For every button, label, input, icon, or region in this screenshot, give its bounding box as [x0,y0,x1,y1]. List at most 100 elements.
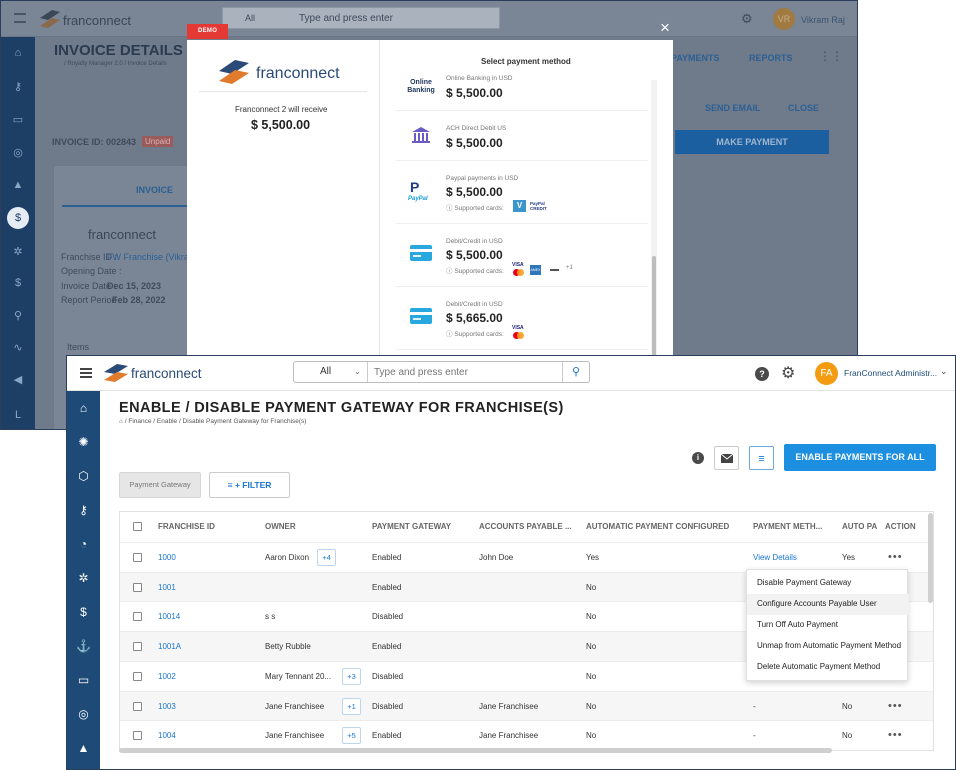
col-payment-method[interactable]: PAYMENT METH... [753,512,833,542]
modal-scrollbar[interactable] [651,80,657,356]
row-checkbox[interactable] [133,701,142,711]
brand-logo-icon [104,364,128,382]
payment-method-paypal[interactable]: P PayPal Paypal payments in USD $ 5,500.… [396,162,648,224]
row-checkbox[interactable] [133,553,142,562]
more-owners-badge[interactable]: +3 [342,667,361,685]
payment-method-online-banking[interactable]: Online Banking Online Banking in USD $ 5… [396,75,648,111]
col-automatic-payment[interactable]: AUTOMATIC PAYMENT CONFIGURED [586,512,746,542]
payment-gateway-status: Disabled [372,671,404,681]
enable-all-label: ENABLE PAYMENTS FOR ALL [795,452,925,462]
supported-cards-label: ⓘ Supported cards: [446,205,504,212]
franchise-id-link[interactable]: 1003 [158,692,176,722]
table-row[interactable]: 1000 Aaron Dixon +4 Enabled John Doe Yes View … [120,542,933,573]
select-all-checkbox[interactable] [133,522,142,531]
row-checkbox[interactable] [133,731,142,741]
payment-gateway-filter-chip[interactable]: Payment Gateway [119,472,201,498]
bulb-icon[interactable]: ✺ [67,435,100,449]
visa-card-icon: VISA [512,262,524,268]
row-actions-more-icon[interactable]: ••• [888,721,903,750]
col-payment-gateway[interactable]: PAYMENT GATEWAY [372,512,472,542]
row-checkbox[interactable] [133,612,142,622]
modal-close-icon[interactable]: × [660,18,670,38]
franchise-id-link[interactable]: 1000 [158,543,176,573]
payment-method-amount: $ 5,500.00 [446,86,503,100]
back-key-icon: ⚷ [13,81,23,93]
owner-name: Jane Franchisee [265,701,325,711]
auto-payment-configured: No [586,642,597,652]
avatar[interactable]: FA [815,362,838,385]
back-org-icon: ⚲ [13,310,23,322]
breadcrumb-home-icon[interactable]: ⌂ [119,418,123,425]
payment-method-card-2[interactable]: Debit/Credit in USD $ 5,665.00 ⓘ Support… [396,288,648,350]
col-franchise-id[interactable]: FRANCHISE ID [158,512,258,542]
back-avatar: VR [773,8,795,30]
key-icon[interactable]: ⚷ [67,503,100,517]
row-checkbox[interactable] [133,582,142,592]
more-cards-count: +1 [566,265,573,271]
breadcrumb-text[interactable]: / Finance / Enable / Disable Payment Gat… [125,418,307,425]
payment-method-ach[interactable]: ACH Direct Debit US $ 5,500.00 [396,112,648,161]
menu-disable-payment-gateway[interactable]: Disable Payment Gateway [747,573,909,594]
user-name[interactable]: FranConnect Administr... [844,368,937,378]
more-owners-badge[interactable]: +5 [342,727,361,745]
col-accounts-payable[interactable]: ACCOUNTS PAYABLE ... [479,512,581,542]
venmo-card-icon: V [513,200,526,212]
more-owners-badge[interactable]: +4 [317,549,336,566]
add-filter-button[interactable]: ≡ + FILTER [209,472,290,498]
payment-method-label: ACH Direct Debit US [446,125,507,132]
menu-delete-automatic-payment-method[interactable]: Delete Automatic Payment Method [747,657,909,678]
franchise-id-link[interactable]: 1001A [158,632,181,662]
menu-unmap-automatic-payment-method[interactable]: Unmap from Automatic Payment Method [747,636,909,657]
help-icon[interactable]: ? [755,367,769,381]
franchise-id-link[interactable]: 1004 [158,721,176,750]
col-owner[interactable]: OWNER [265,512,365,542]
user-menu-chevron-icon[interactable]: ⌄ [940,366,948,377]
auto-payment-configured: No [586,612,597,622]
email-button[interactable] [714,446,739,470]
org-chart-icon[interactable]: ⚓ [67,639,100,653]
info-icon[interactable]: i [692,452,704,464]
supported-cards-label: ⓘ Supported cards: [446,268,504,275]
row-checkbox[interactable] [133,671,142,681]
back-hamburger-icon [14,13,26,23]
graduation-cap-icon[interactable]: ▲ [67,741,100,755]
menu-turn-off-auto-payment[interactable]: Turn Off Auto Payment [747,615,909,636]
payment-method-label: Debit/Credit in USD [446,238,503,245]
gear-icon[interactable]: ⚙ [781,363,795,383]
franchise-id-link[interactable]: 1002 [158,662,176,692]
table-header: FRANCHISE ID OWNER PAYMENT GATEWAY ACCOU… [120,512,933,542]
payment-method-card[interactable]: Debit/Credit in USD $ 5,500.00 ⓘ Support… [396,225,648,287]
back-breadcrumb: / Royalty Manager 2.0 / Invoice Details [64,61,167,67]
table-row[interactable]: 1003 Jane Franchisee +1 Disabled Jane Franch… [120,690,933,722]
search-icon[interactable]: ⚲ [562,362,589,382]
paypal-icon: P [410,179,420,195]
settings-icon[interactable]: ✲ [67,571,100,585]
money-bag-icon[interactable]: $ [67,605,100,619]
hamburger-menu-icon[interactable] [80,368,92,378]
enable-payments-for-all-button[interactable]: ENABLE PAYMENTS FOR ALL [784,444,936,471]
support-icon[interactable]: ◎ [67,707,100,721]
back-apps-grid-icon: ⋮⋮ [819,49,843,63]
franchise-id-link[interactable]: 1001 [158,573,176,603]
table-vertical-scrollbar[interactable] [928,513,933,603]
menu-configure-accounts-payable-user[interactable]: Configure Accounts Payable User [747,594,909,615]
search-scope-select[interactable]: All ⌄ [294,362,368,382]
franchise-id-link[interactable]: 10014 [158,602,180,632]
chat-icon[interactable]: ▭ [67,673,100,687]
mastercard-icon [513,269,524,276]
back-megaphone-icon: ◀ [13,374,23,386]
back-cap-icon: ▲ [12,179,24,191]
row-checkbox[interactable] [133,642,142,652]
search-input[interactable] [370,362,560,382]
filter-toggle-button[interactable]: ≡ [749,446,774,470]
receive-amount: $ 5,500.00 [251,118,311,132]
col-auto-pay[interactable]: AUTO PA [842,512,878,542]
more-owners-badge[interactable]: +1 [342,697,361,715]
table-horizontal-scrollbar[interactable] [119,748,832,753]
dashboard-icon[interactable]: ◔ [67,537,100,551]
accounts-payable-user: Jane Franchisee [479,701,539,711]
home-icon[interactable]: ⌂ [67,401,100,415]
row-actions-more-icon[interactable]: ••• [888,692,903,722]
handshake-icon[interactable]: ⬡ [67,469,100,483]
table-row[interactable]: 1004 Jane Franchisee +5 Enabled Jane Franchi… [120,720,933,750]
